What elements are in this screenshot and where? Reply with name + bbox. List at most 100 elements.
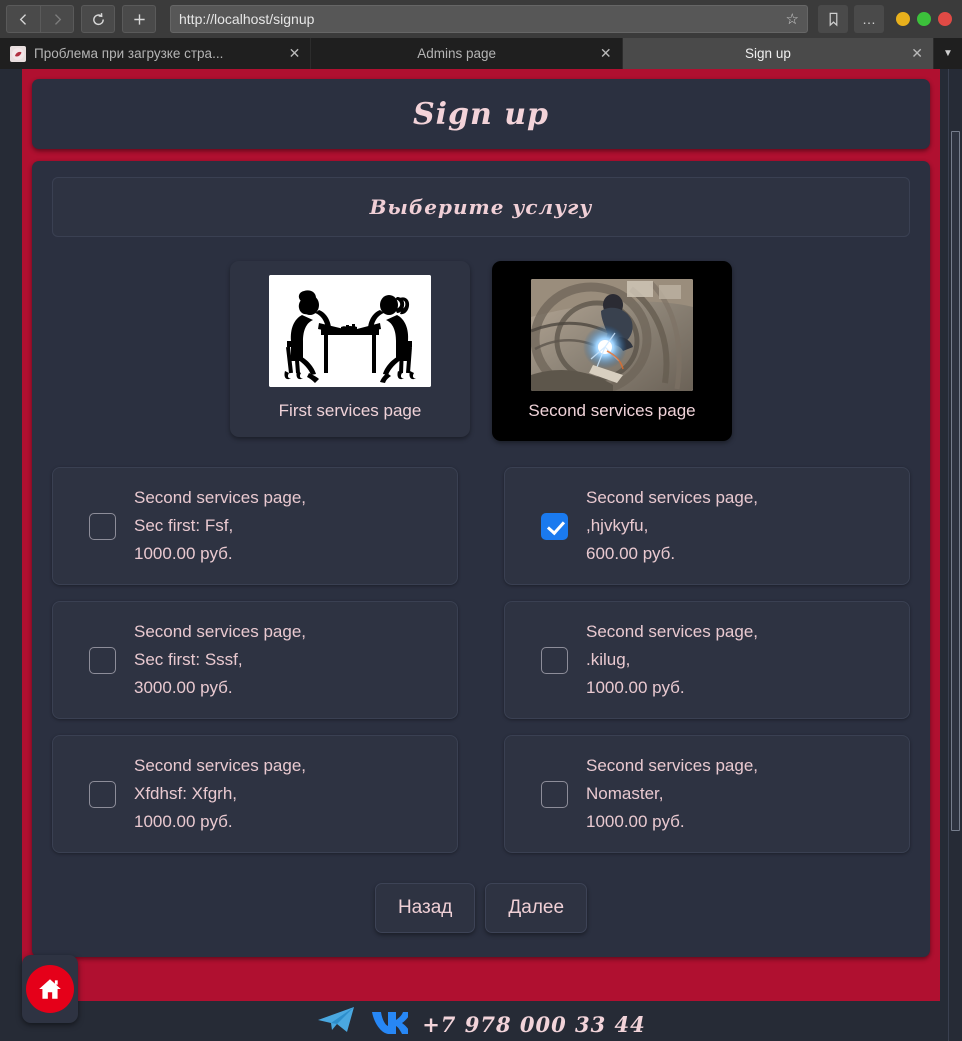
service-checkbox[interactable] xyxy=(89,780,116,808)
bookmarks-button[interactable] xyxy=(818,5,848,33)
service-page-label: Second services page, xyxy=(586,488,758,507)
page-content: Sign up Выберите услугу First services p… xyxy=(0,69,948,1041)
url-bar[interactable]: http://localhost/signup ☆ xyxy=(170,5,808,33)
next-button-form[interactable]: Далее xyxy=(485,883,588,934)
service-checkbox[interactable] xyxy=(541,780,568,808)
category-label: Second services page xyxy=(528,401,696,420)
tab-title: Sign up xyxy=(745,46,791,61)
service-price-label: 1000.00 руб. xyxy=(134,544,233,564)
service-option-card[interactable]: Second services page, Nomaster, 1000.00 … xyxy=(504,735,910,854)
category-card-row: First services page Second services page xyxy=(52,261,910,441)
service-name-label: Sec first: Fsf, xyxy=(134,516,234,536)
service-name-label: Xfdhsf: Xfgrh, xyxy=(134,784,237,804)
telegram-plane-icon xyxy=(318,1007,355,1032)
service-page-label: Second services page, xyxy=(134,488,306,507)
reload-icon xyxy=(92,12,104,25)
service-text: Second services page, .kilug, 1000.00 ру… xyxy=(586,618,758,702)
service-text: Second services page, Sec first: Fsf, 10… xyxy=(134,484,306,568)
service-text: Second services page, Sec first: Sssf, 3… xyxy=(134,618,306,702)
service-name-label: Nomaster, xyxy=(586,784,664,804)
tab-close-icon[interactable]: ✕ xyxy=(289,45,301,62)
plus-icon xyxy=(133,13,145,25)
firefox-favicon-icon xyxy=(12,47,24,60)
page-scrollbar-thumb[interactable] xyxy=(951,131,960,831)
home-button[interactable] xyxy=(22,955,78,1023)
category-card-first-services-page[interactable]: First services page xyxy=(230,261,470,437)
service-checkbox[interactable] xyxy=(89,646,116,674)
tab-problem-loading-page[interactable]: Проблема при загрузке стра... ✕ xyxy=(0,38,312,69)
tab-strip: Проблема при загрузке стра... ✕ Admins p… xyxy=(0,38,962,69)
page-title-panel: Sign up xyxy=(32,79,930,149)
page-scrollbar-track[interactable] xyxy=(948,69,962,1041)
service-option-card[interactable]: Second services page, Xfdhsf: Xfgrh, 100… xyxy=(52,735,458,854)
service-text: Second services page, ,hjvkyfu, 600.00 р… xyxy=(586,484,758,568)
new-tab-button[interactable] xyxy=(122,5,156,33)
chrome-right-controls: … xyxy=(818,5,956,33)
service-price-label: 3000.00 руб. xyxy=(134,678,233,698)
category-card-second-services-page[interactable]: Second services page xyxy=(492,261,732,441)
welder-photo-image xyxy=(531,279,693,391)
forward-button[interactable] xyxy=(40,5,74,33)
services-grid: Second services page, Sec first: Fsf, 10… xyxy=(52,467,910,854)
service-page-label: Second services page, xyxy=(134,622,306,642)
service-option-card[interactable]: Second services page, Sec first: Fsf, 10… xyxy=(52,467,458,586)
home-icon xyxy=(39,979,61,999)
service-name-label: ,hjvkyfu, xyxy=(586,516,649,536)
service-price-label: 600.00 руб. xyxy=(586,544,676,564)
tab-close-icon[interactable]: ✕ xyxy=(600,45,612,62)
browser-toolbar: http://localhost/signup ☆ … xyxy=(0,0,962,38)
maximize-window-dot[interactable] xyxy=(917,12,931,26)
service-page-label: Second services page, xyxy=(586,622,758,642)
back-button[interactable] xyxy=(6,5,40,33)
footer-phone-number: +7 978 000 33 44 xyxy=(422,1012,646,1037)
page-subtitle: Выберите услугу xyxy=(369,195,593,219)
welder-photo-icon xyxy=(531,279,693,391)
browser-menu-button[interactable]: … xyxy=(854,5,884,33)
back-button-form[interactable]: Назад xyxy=(374,883,476,934)
service-price-label: 1000.00 руб. xyxy=(586,678,685,698)
bookmark-star-icon[interactable]: ☆ xyxy=(786,10,799,28)
tab-close-icon[interactable]: ✕ xyxy=(911,45,923,62)
tab-list-dropdown-button[interactable]: ▼ xyxy=(933,38,962,69)
service-option-card[interactable]: Second services page, Sec first: Sssf, 3… xyxy=(52,601,458,720)
service-checkbox[interactable] xyxy=(541,512,568,540)
tab-title: Admins page xyxy=(417,46,497,61)
telegram-icon[interactable] xyxy=(316,1004,356,1039)
close-window-dot[interactable] xyxy=(938,12,952,26)
service-page-label: Second services page, xyxy=(134,756,306,776)
chevron-down-icon: ▼ xyxy=(943,48,953,59)
service-text: Second services page, Xfdhsf: Xfgrh, 100… xyxy=(134,752,306,836)
service-text: Second services page, Nomaster, 1000.00 … xyxy=(586,752,758,836)
red-frame-container: Sign up Выберите услугу First services p… xyxy=(22,69,940,1041)
page-viewport: Sign up Выберите услугу First services p… xyxy=(0,69,962,1041)
url-text[interactable]: http://localhost/signup xyxy=(179,11,786,27)
service-option-card[interactable]: Second services page, ,hjvkyfu, 600.00 р… xyxy=(504,467,910,586)
nav-button-group xyxy=(6,5,74,33)
window-controls xyxy=(896,12,952,26)
service-checkbox[interactable] xyxy=(89,512,116,540)
service-checkbox[interactable] xyxy=(541,646,568,674)
service-price-label: 1000.00 руб. xyxy=(134,812,233,832)
reload-button[interactable] xyxy=(81,5,115,33)
signup-form-panel: Выберите услугу First services page Seco… xyxy=(32,161,930,958)
chevron-right-icon xyxy=(54,13,61,25)
bookmark-icon xyxy=(829,12,837,27)
vk-logo-icon xyxy=(372,1012,412,1034)
manicure-silhouette-image xyxy=(269,275,431,387)
tab-title: Проблема при загрузке стра... xyxy=(34,46,224,61)
tab-sign-up[interactable]: Sign up ✕ xyxy=(622,38,934,69)
minimize-window-dot[interactable] xyxy=(896,12,910,26)
ellipsis-icon: … xyxy=(862,11,876,27)
tab-favicon-icon xyxy=(10,45,26,62)
service-name-label: Sec first: Sssf, xyxy=(134,650,243,670)
browser-chrome: http://localhost/signup ☆ … Проблема при… xyxy=(0,0,962,69)
manicure-silhouette-icon xyxy=(269,275,431,387)
subtitle-panel: Выберите услугу xyxy=(52,177,910,237)
service-page-label: Second services page, xyxy=(586,756,758,776)
form-actions: Назад Далее xyxy=(52,883,910,934)
vk-icon[interactable] xyxy=(370,1006,412,1039)
tab-admins-page[interactable]: Admins page ✕ xyxy=(311,38,623,69)
service-option-card[interactable]: Second services page, .kilug, 1000.00 ру… xyxy=(504,601,910,720)
chevron-left-icon xyxy=(19,13,26,25)
page-title: Sign up xyxy=(412,96,550,132)
